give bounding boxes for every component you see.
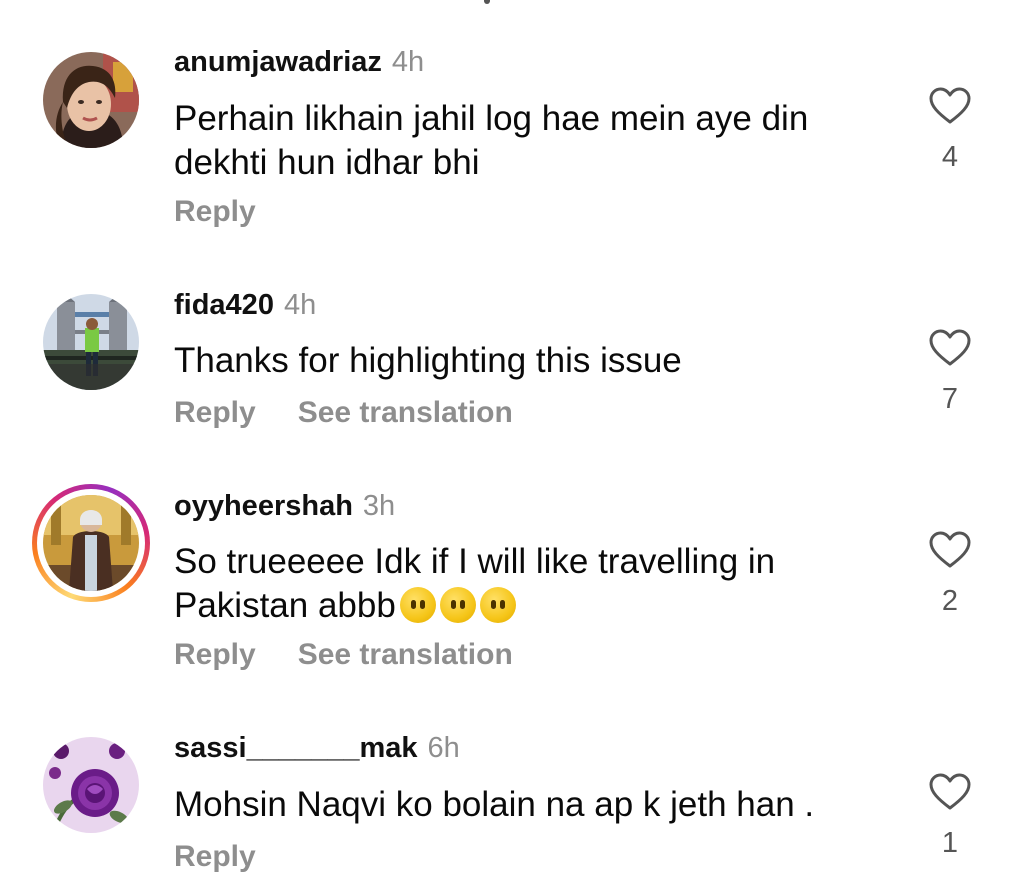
comment-text: Mohsin Naqvi ko bolain na ap k jeth han … bbox=[174, 785, 815, 824]
timestamp: 3h bbox=[362, 490, 396, 522]
tower-bridge-photo-avatar-image bbox=[43, 294, 139, 390]
reply-button[interactable]: Reply bbox=[174, 195, 256, 228]
comment-header: sassi_______mak 6h bbox=[174, 731, 460, 765]
neutral-face-emoji-icon bbox=[479, 587, 516, 623]
username-link[interactable]: sassi_______mak bbox=[174, 732, 418, 764]
like-count: 7 bbox=[941, 383, 959, 415]
neutral-face-emoji-icon bbox=[399, 587, 436, 623]
heart-outline-icon bbox=[929, 773, 971, 810]
see-translation-button[interactable]: See translation bbox=[298, 638, 513, 671]
username-link[interactable]: oyyheershah bbox=[174, 490, 353, 522]
comment-actions: Reply See translation bbox=[174, 637, 513, 673]
like-count: 4 bbox=[941, 141, 959, 173]
avatar[interactable] bbox=[43, 495, 139, 591]
reply-button[interactable]: Reply bbox=[174, 396, 256, 429]
comment-header: anumjawadriaz 4h bbox=[174, 45, 424, 79]
like-count: 1 bbox=[941, 827, 959, 859]
heart-outline-icon bbox=[929, 531, 971, 568]
avatar[interactable] bbox=[43, 737, 139, 833]
like-button[interactable] bbox=[928, 772, 972, 812]
timestamp: 6h bbox=[427, 732, 460, 764]
comment-header: oyyheershah 3h bbox=[174, 489, 395, 523]
comment-text: Thanks for highlighting this issue bbox=[174, 341, 682, 380]
person-in-coat-avatar-image bbox=[43, 495, 139, 591]
woman-selfie-avatar-image bbox=[43, 52, 139, 148]
like-button[interactable] bbox=[928, 86, 972, 126]
timestamp: 4h bbox=[283, 289, 317, 321]
reply-button[interactable]: Reply bbox=[174, 638, 256, 671]
timestamp: 4h bbox=[391, 46, 425, 78]
reply-button[interactable]: Reply bbox=[174, 840, 256, 873]
comment-header: fida420 4h bbox=[174, 288, 316, 322]
username-link[interactable]: fida420 bbox=[174, 289, 274, 321]
comment-text: Perhain likhain jahil log hae mein aye d… bbox=[174, 99, 809, 182]
heart-outline-icon bbox=[929, 329, 971, 366]
purple-rose-avatar-image bbox=[43, 737, 139, 833]
comment-text: So trueeeee Idk if I will like travellin… bbox=[174, 540, 894, 628]
story-ring[interactable] bbox=[32, 484, 150, 602]
avatar[interactable] bbox=[43, 294, 139, 390]
neutral-face-emoji-icon bbox=[439, 587, 476, 623]
like-button[interactable] bbox=[928, 328, 972, 368]
like-count: 2 bbox=[941, 585, 959, 617]
username-link[interactable]: anumjawadriaz bbox=[174, 46, 382, 78]
heart-outline-icon bbox=[929, 87, 971, 124]
like-button[interactable] bbox=[928, 530, 972, 570]
comment-actions: Reply See translation bbox=[174, 395, 513, 431]
comment-actions: Reply bbox=[174, 839, 256, 875]
comment-text-body: So trueeeee Idk if I will like travellin… bbox=[174, 542, 776, 625]
avatar[interactable] bbox=[43, 52, 139, 148]
scroll-fragment bbox=[484, 0, 490, 4]
see-translation-button[interactable]: See translation bbox=[298, 396, 513, 429]
comment-actions: Reply bbox=[174, 194, 256, 230]
